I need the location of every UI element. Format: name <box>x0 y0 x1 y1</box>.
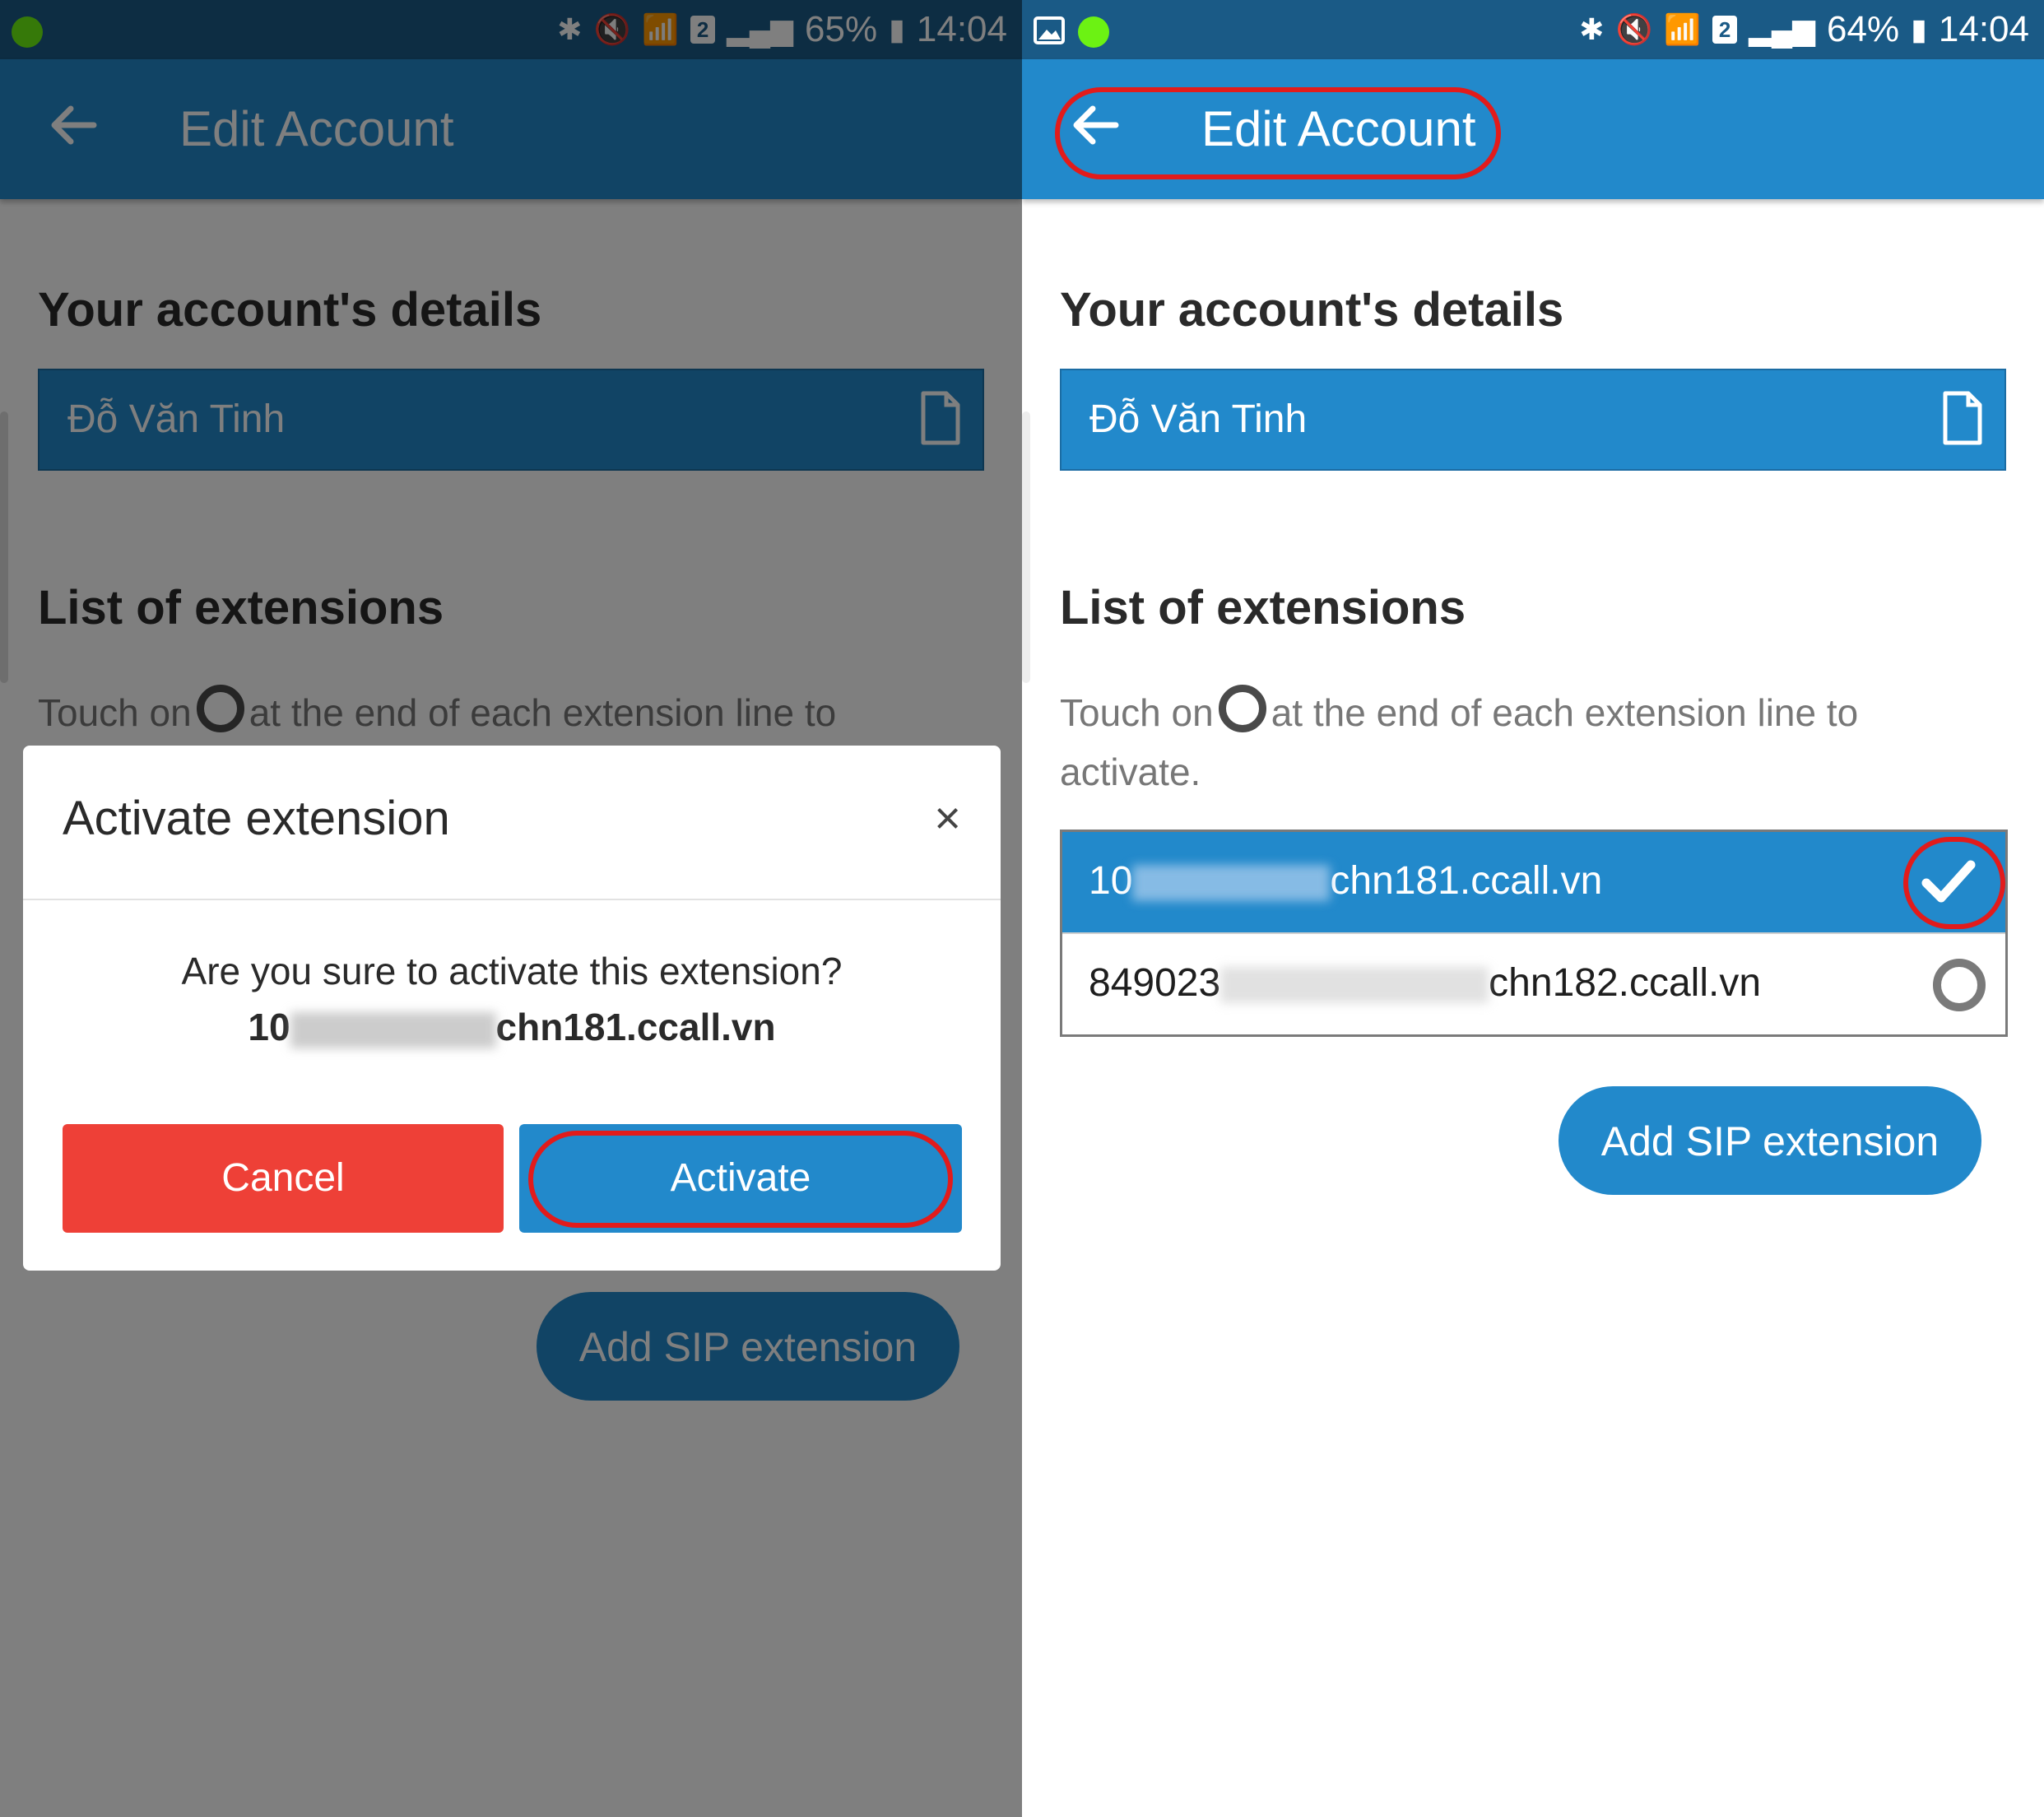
extensions-hint: Touch on at the end of each extension lin… <box>1060 683 2006 802</box>
mute-icon: 🔇 <box>1615 12 1653 46</box>
battery-percent: 64% <box>1827 9 1900 49</box>
account-name-field[interactable]: Đỗ Văn Tinh <box>1060 369 2006 471</box>
radio-sample-icon <box>1218 685 1266 732</box>
add-sip-extension-button[interactable]: Add SIP extension <box>1559 1086 1981 1195</box>
radio-unselected-icon[interactable] <box>1933 959 1986 1011</box>
extension-address: 10 chn181.ccall.vn <box>1089 857 1602 906</box>
ext-suffix: chn181.ccall.vn <box>1330 859 1603 903</box>
battery-icon: ▮ <box>1911 12 1927 46</box>
dialog-divider <box>23 899 1001 900</box>
signal-icon: ▂▄▆ <box>1749 12 1815 46</box>
redacted-segment <box>290 1011 496 1048</box>
hint-text-after: at the end of each extension line to <box>1271 691 1859 734</box>
right-screen: ✱ 🔇 📶 2 ▂▄▆ 64% ▮ 14:04 Edit Account You… <box>1022 0 2044 1817</box>
hint-text-before: Touch on <box>1060 691 1214 734</box>
status-bar: ✱ 🔇 📶 2 ▂▄▆ 64% ▮ 14:04 <box>1022 0 2044 59</box>
redacted-segment <box>1220 967 1489 1004</box>
dialog-question: Are you sure to activate this extension? <box>181 950 843 992</box>
redacted-segment <box>1132 865 1331 902</box>
ext-suffix: chn181.ccall.vn <box>495 1006 776 1048</box>
close-icon[interactable]: × <box>934 795 961 841</box>
page-title: Edit Account <box>1201 101 1476 156</box>
activate-extension-dialog: Activate extension × Are you sure to act… <box>23 746 1001 1271</box>
extension-list: 10 chn181.ccall.vn 849023 chn182.ccall.vn <box>1060 830 2008 1037</box>
ext-prefix: 849023 <box>1089 961 1221 1005</box>
list-item[interactable]: 849023 chn182.ccall.vn <box>1062 932 2005 1034</box>
hint-text-line2: activate. <box>1060 750 1201 793</box>
clock: 14:04 <box>1938 9 2029 49</box>
wifi-icon: 📶 <box>1664 12 1702 46</box>
ext-prefix: 10 <box>248 1006 290 1048</box>
left-screen: ✱ 🔇 📶 2 ▂▄▆ 65% ▮ 14:04 Edit Account You… <box>0 0 1022 1817</box>
account-name: Đỗ Văn Tinh <box>1089 397 1308 441</box>
list-item[interactable]: 10 chn181.ccall.vn <box>1062 832 2005 932</box>
cancel-button[interactable]: Cancel <box>63 1124 504 1233</box>
gallery-icon <box>1034 16 1065 44</box>
document-icon[interactable] <box>1942 390 1983 446</box>
ext-prefix: 10 <box>1089 859 1133 903</box>
extension-address: 849023 chn182.ccall.vn <box>1089 959 1761 1008</box>
back-arrow-icon[interactable] <box>1066 96 1124 154</box>
account-details-heading: Your account's details <box>1060 283 1564 337</box>
notification-dot <box>1078 16 1109 48</box>
app-bar: Edit Account <box>1022 59 2044 199</box>
dialog-title: Activate extension <box>63 792 450 845</box>
sim-badge: 2 <box>1712 16 1738 44</box>
activate-button[interactable]: Activate <box>519 1124 962 1233</box>
bluetooth-icon: ✱ <box>1579 12 1605 46</box>
edge-handle <box>1022 411 1030 683</box>
checkmark-icon[interactable] <box>1920 857 1977 908</box>
extensions-heading: List of extensions <box>1060 581 1466 634</box>
dialog-extension-address: 10 chn181.ccall.vn <box>23 1002 1001 1052</box>
ext-suffix: chn182.ccall.vn <box>1489 961 1762 1005</box>
status-icons: ✱ 🔇 📶 2 ▂▄▆ 64% ▮ 14:04 <box>1579 0 2029 59</box>
